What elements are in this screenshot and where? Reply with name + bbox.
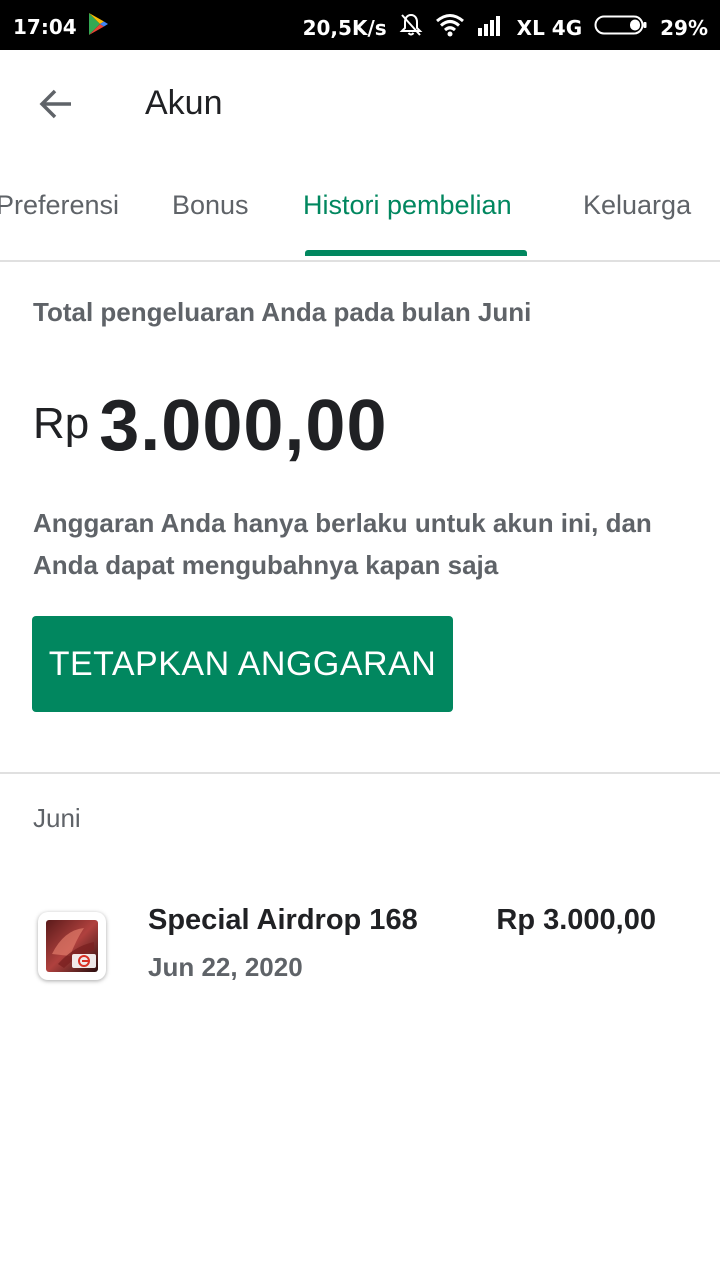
amount-value: 3.000,00 [99, 386, 388, 466]
divider [0, 772, 720, 774]
tab-bonus[interactable]: Bonus [172, 190, 249, 221]
wifi-icon [435, 13, 465, 42]
set-budget-button[interactable]: TETAPKAN ANGGARAN [32, 616, 453, 712]
tab-bar: Preferensi Bonus Histori pembelian Kelua… [0, 162, 720, 262]
back-button[interactable] [22, 72, 90, 140]
notifications-off-icon [399, 12, 423, 43]
network-speed: 20,5K/s [302, 15, 387, 40]
tab-histori-pembelian[interactable]: Histori pembelian [303, 190, 512, 221]
currency-label: Rp [33, 399, 90, 448]
status-time: 17:04 [13, 14, 77, 39]
app-bar: Akun [0, 50, 720, 162]
status-bar: 17:04 20,5K/s XL 4G 29% [0, 0, 720, 50]
active-tab-indicator [305, 250, 527, 256]
game-app-icon [38, 912, 106, 980]
item-date: Jun 22, 2020 [148, 952, 303, 982]
purchase-list-item[interactable]: Special Airdrop 168 Jun 22, 2020 Rp 3.00… [0, 880, 720, 1000]
arrow-back-icon [38, 86, 74, 127]
item-price: Rp 3.000,00 [496, 904, 656, 936]
month-header: Juni [33, 803, 81, 833]
battery-percent: 29% [660, 15, 708, 40]
budget-note: Anggaran Anda hanya berlaku untuk akun i… [33, 508, 652, 580]
page-title: Akun [145, 84, 223, 122]
spending-amount: Rp 3.000,00 [33, 385, 388, 467]
tab-preferensi[interactable]: Preferensi [0, 190, 119, 221]
battery-icon [594, 14, 648, 41]
play-store-icon [87, 12, 109, 41]
tab-keluarga[interactable]: Keluarga [583, 190, 691, 221]
item-title: Special Airdrop 168 [148, 904, 418, 936]
carrier-label: XL 4G [516, 15, 583, 40]
spending-summary-label: Total pengeluaran Anda pada bulan Juni [33, 297, 532, 327]
signal-icon [477, 14, 505, 41]
